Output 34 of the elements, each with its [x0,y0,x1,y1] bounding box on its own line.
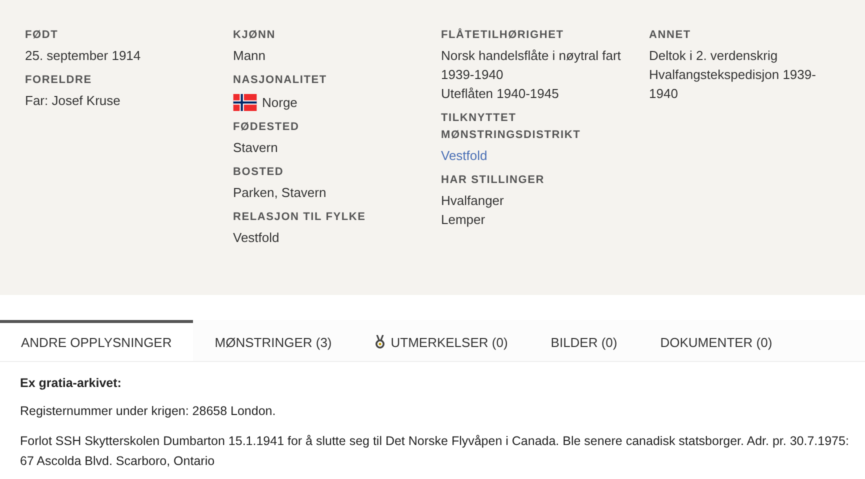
field-label: FØDESTED [233,120,300,135]
tab[interactable]: DOKUMENTER (0) [639,320,794,361]
value-link[interactable]: Vestfold [441,146,631,165]
tab[interactable]: BILDER (0) [530,320,638,361]
paragraph: Forlot SSH Skytterskolen Dumbarton 15.1.1941 for å slutte seg til Det Norske Flyvåpen i Canada. Ble senere canadisk statsborger. Adr. pr. 30.7.1975: 67 Ascolda Blvd. Scarboro, Ontario [20,433,850,470]
field-value: Deltok i 2. verdenskrig [649,47,779,65]
paragraph: Registernummer under krigen: 28658 London. [20,403,277,420]
field-label: KJØNN [233,28,277,43]
flag-icon [233,94,257,111]
field-value: 25. september 1914 [25,47,142,65]
field-value: Mann [233,47,267,65]
field-value: Hvalfanger [441,192,505,210]
field-value: Parken, Stavern [233,184,328,202]
tab[interactable]: MØNSTRINGER (3) [194,320,353,361]
field-value: Stavern [233,139,279,157]
field-label: TILKNYTTET MØNSTRINGSDISTRIKT [441,111,582,143]
section-heading: Ex gratia-arkivet: [20,376,122,390]
field-value: Lemper [441,211,486,229]
field-label: RELASJON TIL FYLKE [233,210,367,225]
tab[interactable]: UTMERKELSER (0) [354,320,529,361]
field-label: FORELDRE [25,73,93,88]
field-label: FØDT [25,28,60,43]
field-value: Far: Josef Kruse [25,92,122,110]
field-label: FLÅTETILHØRIGHET [441,27,565,43]
medal-icon [374,335,385,349]
field-value: Norsk handelsflåte i nøytral fart 1939-1940 [441,47,622,84]
field-label: ANNET [649,28,692,43]
field-label: NASJONALITET [233,73,328,88]
field-value: Vestfold [233,229,280,247]
field-label: HAR STILLINGER [441,173,546,188]
field-label: BOSTED [233,165,285,180]
field-value: Uteflåten 1940-1945 [441,85,560,103]
field-value: Hvalfangstekspedisjon 1939-1940 [649,66,817,103]
field-value: Norge [262,94,298,112]
